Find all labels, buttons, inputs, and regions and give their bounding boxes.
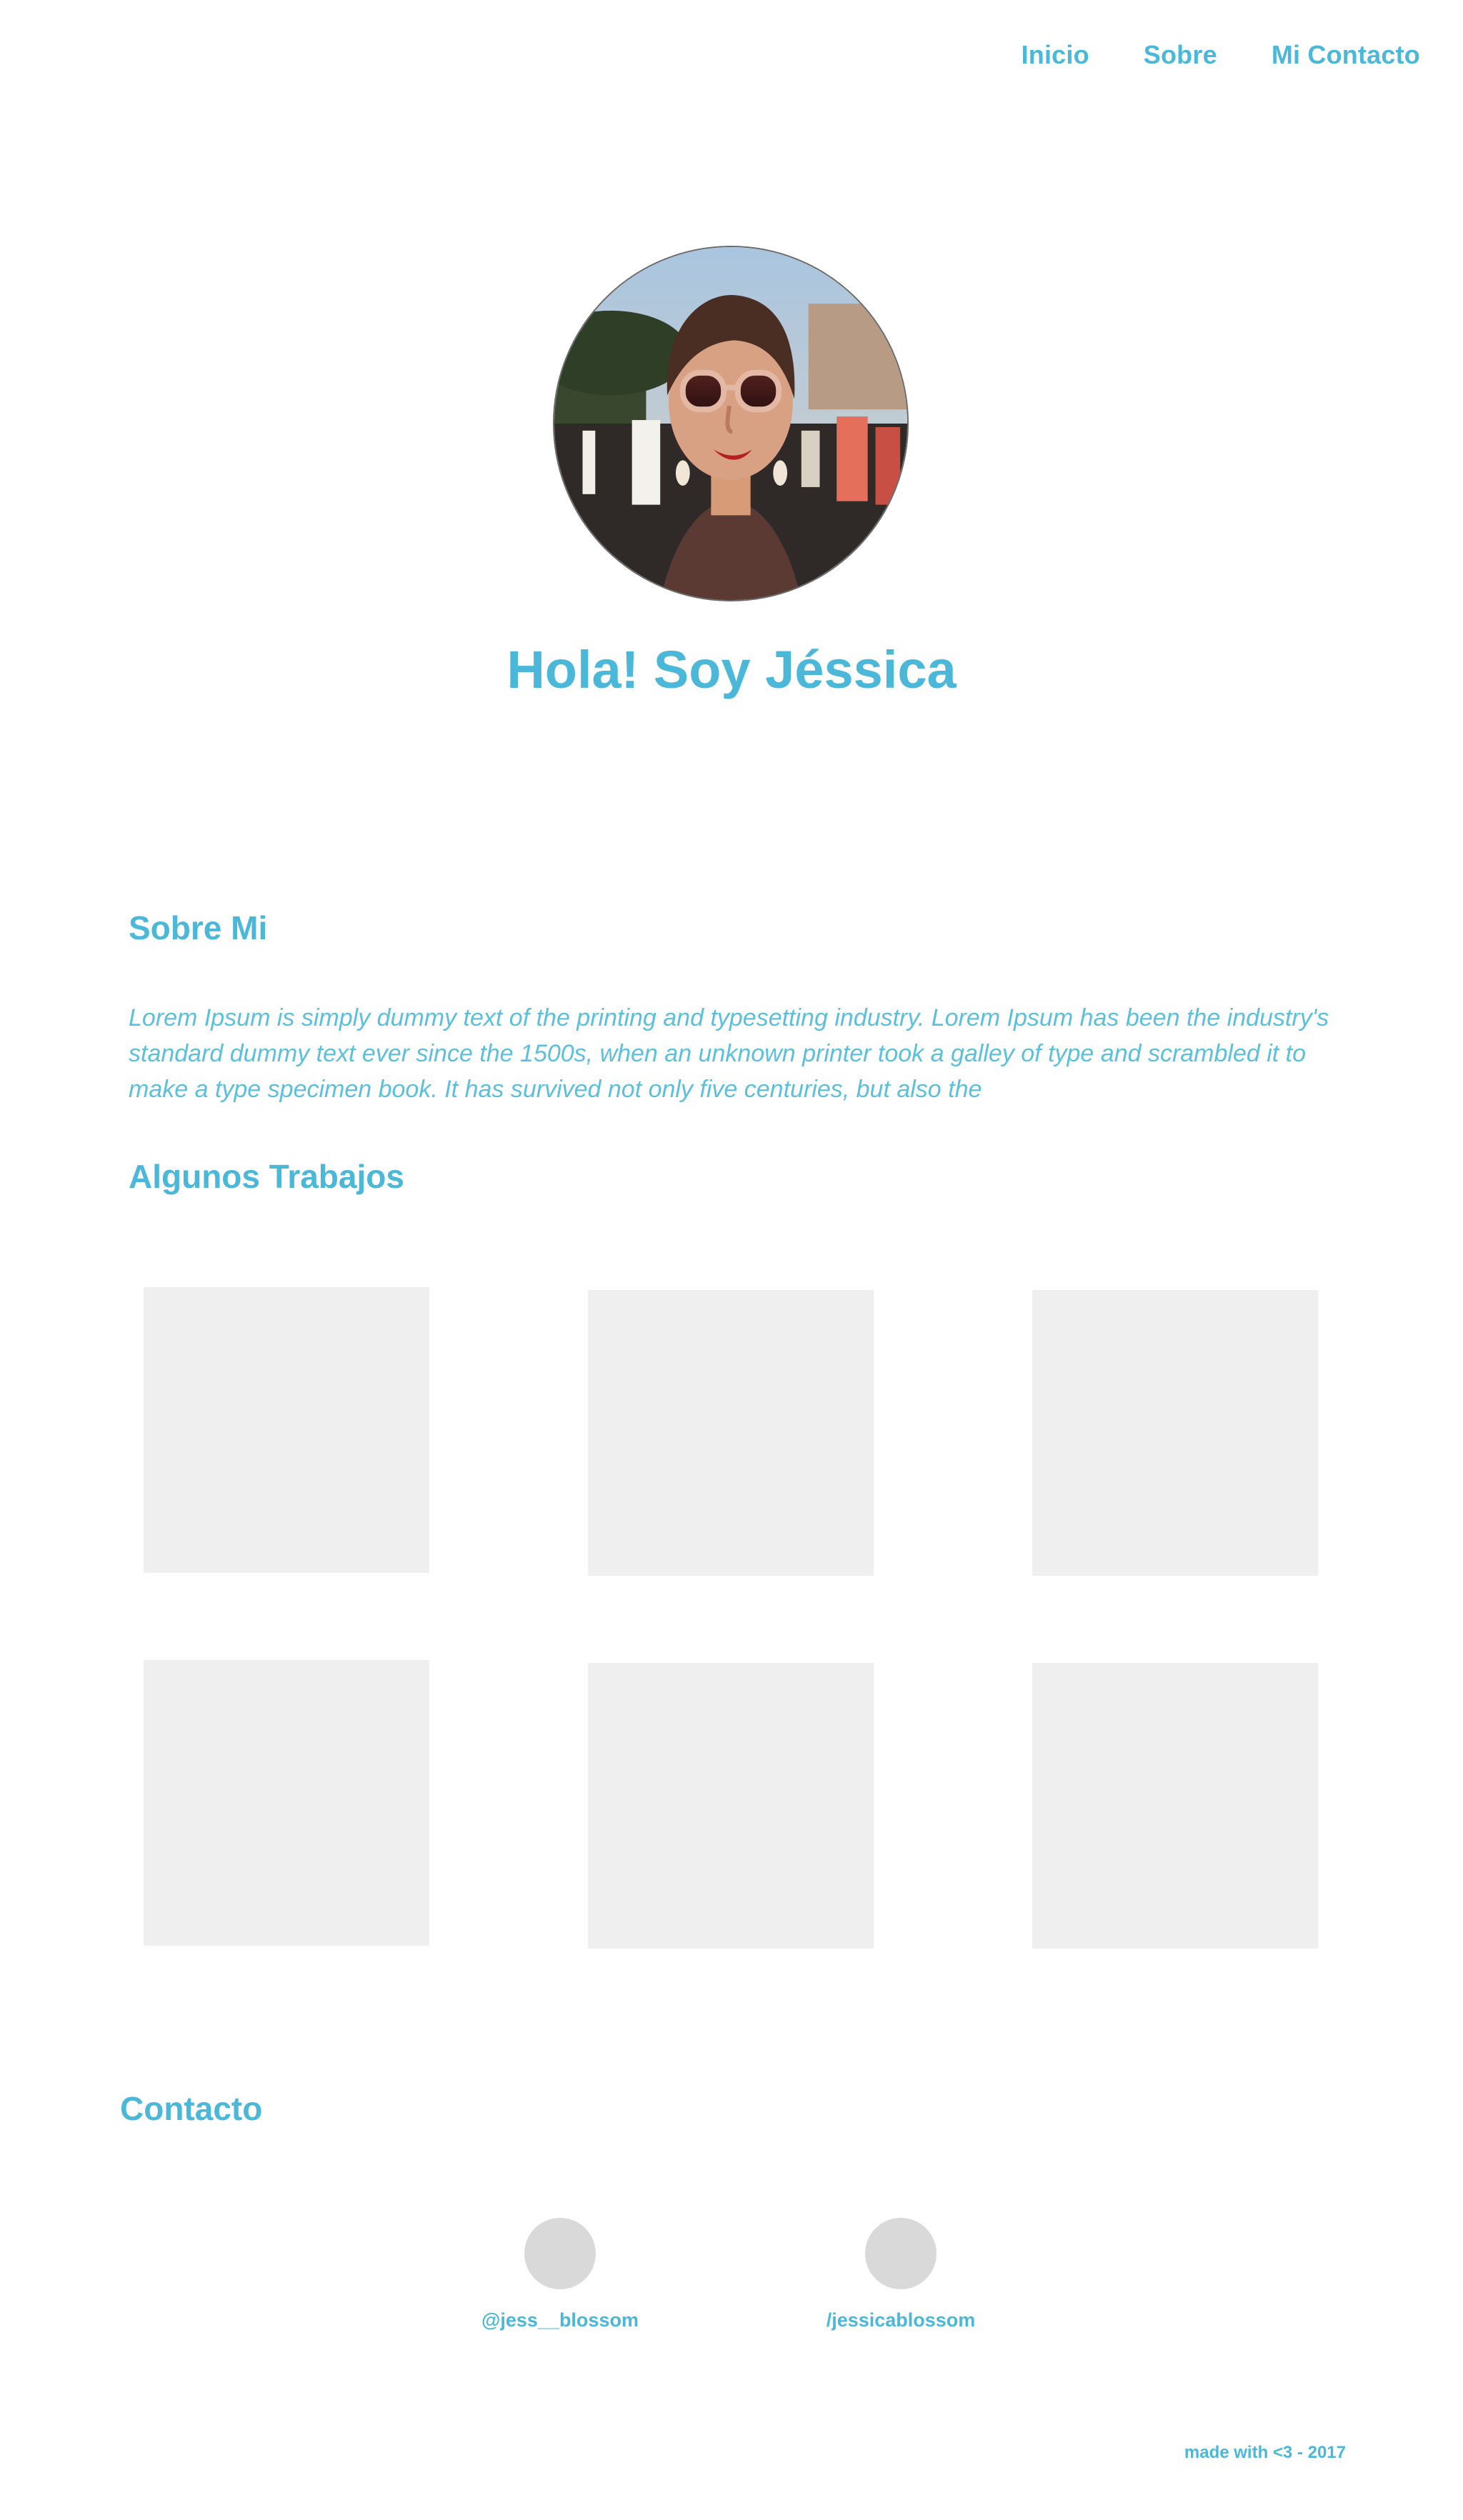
contact-instagram[interactable]: @jess__blossom	[446, 2218, 674, 2331]
contact-section-title: Contacto	[120, 2090, 263, 2127]
work-item-2[interactable]	[588, 1290, 874, 1576]
contact-facebook-label[interactable]: /jessicablossom	[787, 2309, 1015, 2331]
work-section-title: Algunos Trabajos	[129, 1158, 404, 1195]
contact-instagram-label[interactable]: @jess__blossom	[446, 2309, 674, 2331]
contact-facebook[interactable]: /jessicablossom	[787, 2218, 1015, 2331]
nav-link-mi-contacto[interactable]: Mi Contacto	[1272, 40, 1420, 70]
facebook-icon[interactable]	[865, 2218, 937, 2289]
about-text: Lorem Ipsum is simply dummy text of the …	[129, 1004, 1329, 1103]
hero-title: Hola! Soy Jéssica	[506, 640, 957, 699]
nav-link-sobre[interactable]: Sobre	[1144, 40, 1217, 70]
work-item-4[interactable]	[144, 1660, 429, 1946]
instagram-icon[interactable]	[524, 2218, 596, 2289]
work-item-5[interactable]	[588, 1663, 874, 1949]
footer-note: made with <3 - 2017	[1184, 2443, 1346, 2462]
nav-link-inicio[interactable]: Inicio	[1022, 40, 1089, 70]
work-item-3[interactable]	[1032, 1290, 1318, 1576]
profile-photo	[553, 246, 909, 601]
top-navigation: Inicio Sobre Mi Contacto	[1022, 40, 1420, 70]
work-item-1[interactable]	[144, 1287, 429, 1573]
work-item-6[interactable]	[1032, 1663, 1318, 1949]
about-section-title: Sobre Mi	[129, 909, 268, 946]
